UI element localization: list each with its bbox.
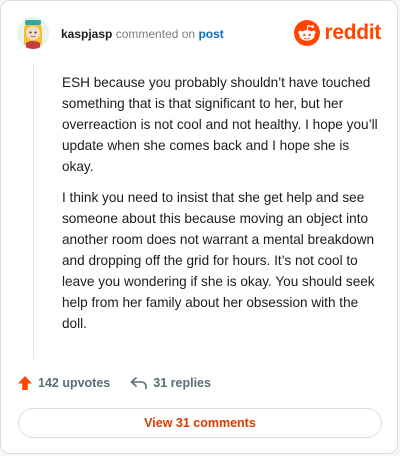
- upvote-count: 142 upvotes: [38, 376, 111, 390]
- reddit-snoo-icon: [294, 20, 321, 46]
- comment-header: kaspjasp commented on post reddit: [17, 17, 381, 57]
- action-text: commented on: [115, 27, 196, 41]
- comment-body: ESH because you probably shouldn’t have …: [62, 72, 384, 344]
- upvote-arrow-icon: [18, 376, 32, 390]
- upvote-button[interactable]: 142 upvotes: [17, 375, 110, 391]
- comment-paragraph: ESH because you probably shouldn’t have …: [62, 75, 378, 174]
- comment-actions: 142 upvotes 31 replies: [17, 373, 231, 393]
- reddit-wordmark: reddit: [324, 21, 381, 44]
- username[interactable]: kaspjasp: [61, 27, 112, 41]
- reply-button[interactable]: 31 replies: [130, 376, 211, 390]
- post-link[interactable]: post: [198, 27, 223, 41]
- comment-meta: kaspjasp commented on post: [61, 27, 224, 41]
- reply-arrow-icon: [130, 377, 148, 390]
- view-comments-button[interactable]: View 31 comments: [18, 408, 382, 438]
- thread-line: [33, 63, 34, 359]
- reply-count: 31 replies: [153, 376, 211, 390]
- comment-card: kaspjasp commented on post reddit ESH be…: [0, 0, 398, 454]
- avatar-image: [17, 17, 49, 49]
- avatar[interactable]: [17, 17, 49, 49]
- comment-paragraph: I think you need to insist that she get …: [62, 190, 375, 331]
- reddit-logo[interactable]: reddit: [294, 18, 381, 48]
